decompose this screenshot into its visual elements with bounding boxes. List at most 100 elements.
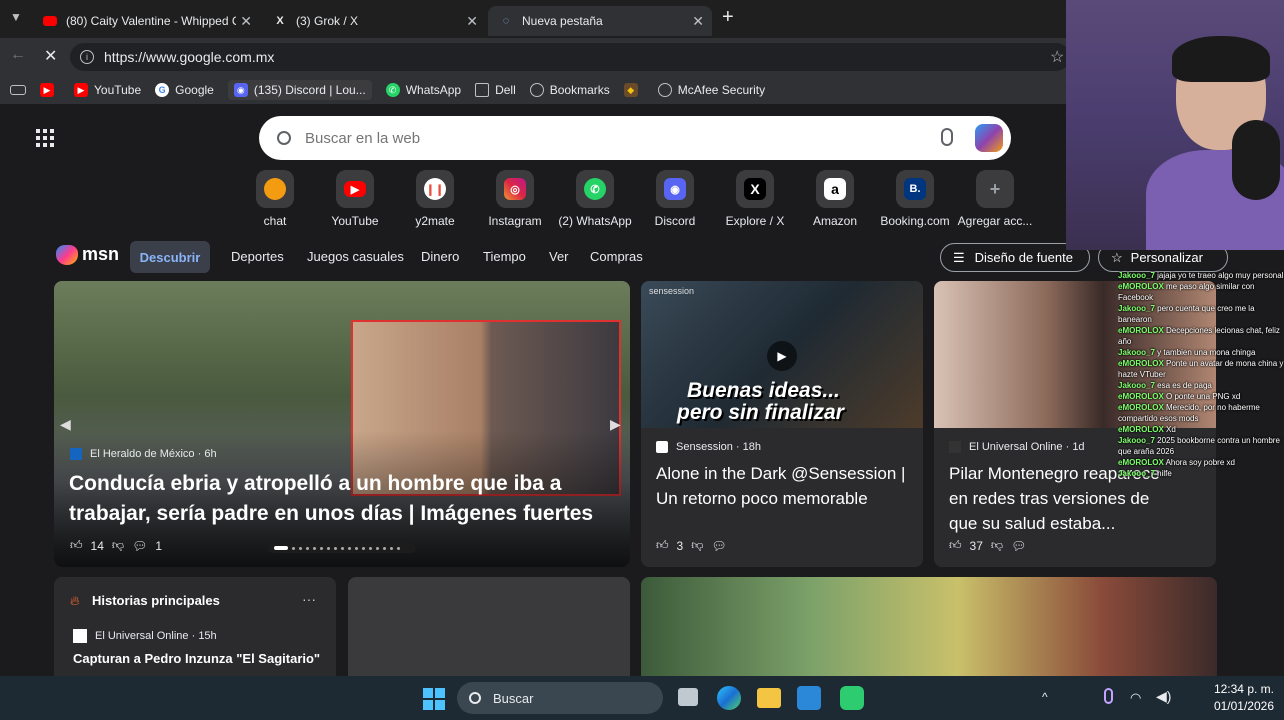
- app-icon[interactable]: [840, 686, 864, 710]
- nav-compras[interactable]: Compras: [590, 249, 643, 264]
- tab-youtube[interactable]: (80) Caity Valentine - Whipped Cre ✕: [32, 6, 260, 36]
- bookmark-star-icon[interactable]: ☆: [1050, 47, 1064, 67]
- tab-search-chevron-icon[interactable]: ▼: [10, 10, 22, 24]
- reactions-bar: 👍︎ 37 👎︎ 💬︎: [949, 538, 1034, 553]
- sliders-icon: ☰: [953, 249, 965, 265]
- nav-tiempo[interactable]: Tiempo: [483, 249, 526, 264]
- bookmark-mcafee[interactable]: McAfee Security: [657, 83, 765, 97]
- shortcut-chat[interactable]: chat: [235, 170, 315, 228]
- microphone-icon: [1232, 120, 1280, 200]
- shortcut-add[interactable]: + Agregar acc...: [955, 170, 1035, 228]
- search-icon: [469, 692, 481, 704]
- web-search-box[interactable]: [259, 116, 1011, 160]
- tab-new-tab[interactable]: ◌ Nueva pestaña ✕: [488, 6, 712, 36]
- shortcut-label: Agregar acc...: [957, 214, 1033, 228]
- shortcut-label: YouTube: [331, 214, 379, 228]
- news-source: El Heraldo de México · 6h: [70, 448, 217, 460]
- google-icon: G: [155, 83, 170, 97]
- streamer-hair: [1172, 36, 1270, 82]
- shortcut-y2mate[interactable]: ❙❙ y2mate: [395, 170, 475, 228]
- bookmark-discord[interactable]: ◉ (135) Discord | Lou...: [227, 80, 372, 100]
- main-news-card[interactable]: ◀ ▶ El Heraldo de México · 6h Conducía e…: [54, 281, 630, 567]
- copilot-icon[interactable]: [975, 124, 1003, 152]
- comment-count: 1: [155, 538, 163, 553]
- store-icon[interactable]: [797, 686, 821, 710]
- bookmark-app[interactable]: ◆: [623, 83, 644, 97]
- search-input[interactable]: [305, 129, 905, 147]
- dislike-icon[interactable]: 👎︎: [112, 538, 124, 553]
- tray-chevron-icon[interactable]: ^: [1042, 690, 1048, 704]
- close-icon[interactable]: ✕: [692, 13, 704, 30]
- volume-icon[interactable]: ◀): [1156, 688, 1171, 705]
- tab-group-icon[interactable]: [10, 85, 26, 95]
- news-title[interactable]: Conducía ebria y atropelló a un hombre q…: [69, 469, 619, 529]
- shortcut-youtube[interactable]: ▶ YouTube: [315, 170, 395, 228]
- like-icon[interactable]: 👍︎: [949, 538, 962, 553]
- chat-line: Jakooo_7 esa es de paga: [1118, 381, 1212, 390]
- wifi-icon[interactable]: ◠: [1130, 690, 1141, 706]
- shortcut-amazon[interactable]: a Amazon: [795, 170, 875, 228]
- clock-date[interactable]: 01/01/2026: [1198, 699, 1274, 713]
- stop-loading-icon[interactable]: ✕: [44, 46, 57, 66]
- bookmark-bookmarks[interactable]: Bookmarks: [529, 83, 610, 97]
- task-view-icon[interactable]: [678, 688, 698, 706]
- nav-deportes[interactable]: Deportes: [231, 249, 284, 264]
- new-tab-icon[interactable]: +: [722, 6, 734, 29]
- dislike-icon[interactable]: 👎︎: [991, 538, 1003, 553]
- shortcut-whatsapp[interactable]: ✆ (2) WhatsApp: [555, 170, 635, 228]
- apps-grid-icon[interactable]: [36, 129, 54, 147]
- file-explorer-icon[interactable]: [757, 688, 781, 708]
- chat-line: eMOROLOX Xd: [1118, 425, 1176, 434]
- carousel-next-icon[interactable]: ▶: [610, 416, 621, 433]
- clock-time[interactable]: 12:34 p. m.: [1198, 682, 1274, 696]
- shortcut-label: Explore / X: [725, 214, 785, 228]
- news-title[interactable]: Alone in the Dark @Sensession | Un retor…: [656, 461, 916, 511]
- windows-start-icon[interactable]: [423, 688, 445, 710]
- back-arrow-icon[interactable]: ←: [10, 46, 26, 64]
- nav-juegos-casuales[interactable]: Juegos casuales: [307, 249, 404, 264]
- bookmark-google[interactable]: G Google: [155, 83, 214, 97]
- like-icon[interactable]: 👍︎: [70, 538, 83, 553]
- address-bar[interactable]: i https://www.google.com.mx: [70, 43, 1070, 71]
- comment-icon[interactable]: 💬︎: [132, 539, 147, 553]
- nav-descubrir[interactable]: Descubrir: [130, 241, 210, 273]
- tab-grok[interactable]: X (3) Grok / X ✕: [262, 6, 486, 36]
- bookmark-folder-dell[interactable]: Dell: [475, 83, 516, 97]
- taskbar-search[interactable]: Buscar: [457, 682, 663, 714]
- dislike-icon[interactable]: 👎︎: [691, 538, 703, 553]
- nav-dinero[interactable]: Dinero: [421, 249, 459, 264]
- nav-ver[interactable]: Ver: [549, 249, 569, 264]
- close-icon[interactable]: ✕: [466, 13, 478, 30]
- play-icon[interactable]: ▶: [767, 341, 797, 371]
- comment-icon[interactable]: 💬︎: [1011, 539, 1026, 553]
- news-card-sensession[interactable]: sensession ▶ Buenas ideas... pero sin fi…: [641, 281, 923, 567]
- bookmark-label: WhatsApp: [405, 83, 462, 97]
- chat-line: eMOROLOX Decepciones lecionas chat, feli…: [1118, 326, 1280, 346]
- shortcut-x[interactable]: X Explore / X: [715, 170, 795, 228]
- search-icon: [277, 131, 291, 145]
- chat-line: eMOROLOX Ahora soy pobre xd: [1118, 458, 1235, 467]
- bookmark-youtube-icon-only[interactable]: ▶: [40, 83, 60, 97]
- shortcut-instagram[interactable]: ◎ Instagram: [475, 170, 555, 228]
- image-brand-text: sensession: [649, 286, 695, 296]
- comment-icon[interactable]: 💬︎: [711, 539, 726, 553]
- tab-strip: ▼ (80) Caity Valentine - Whipped Cre ✕ X…: [0, 0, 1066, 38]
- mic-icon[interactable]: [1104, 688, 1113, 704]
- microphone-icon[interactable]: [941, 128, 953, 146]
- shortcut-discord[interactable]: ◉ Discord: [635, 170, 715, 228]
- carousel-dots[interactable]: [268, 543, 416, 553]
- close-icon[interactable]: ✕: [240, 13, 252, 30]
- bookmarks-bar: ▶ ▶ YouTube G Google ◉ (135) Discord | Lou.…: [0, 76, 1066, 104]
- like-icon[interactable]: 👍︎: [656, 538, 669, 553]
- shortcut-booking[interactable]: B. Booking.com: [875, 170, 955, 228]
- msn-logo[interactable]: msn: [56, 244, 119, 265]
- story-title[interactable]: Capturan a Pedro Inzunza "El Sagitario": [73, 651, 320, 666]
- app-icon: ◆: [623, 83, 638, 97]
- placeholder-card: [348, 577, 630, 676]
- bookmark-whatsapp[interactable]: ✆ WhatsApp: [385, 83, 462, 97]
- more-options-icon[interactable]: ···: [302, 591, 316, 607]
- carousel-prev-icon[interactable]: ◀: [60, 416, 71, 433]
- info-icon[interactable]: i: [80, 50, 94, 64]
- edge-icon[interactable]: [717, 686, 741, 710]
- bookmark-youtube[interactable]: ▶ YouTube: [74, 83, 141, 97]
